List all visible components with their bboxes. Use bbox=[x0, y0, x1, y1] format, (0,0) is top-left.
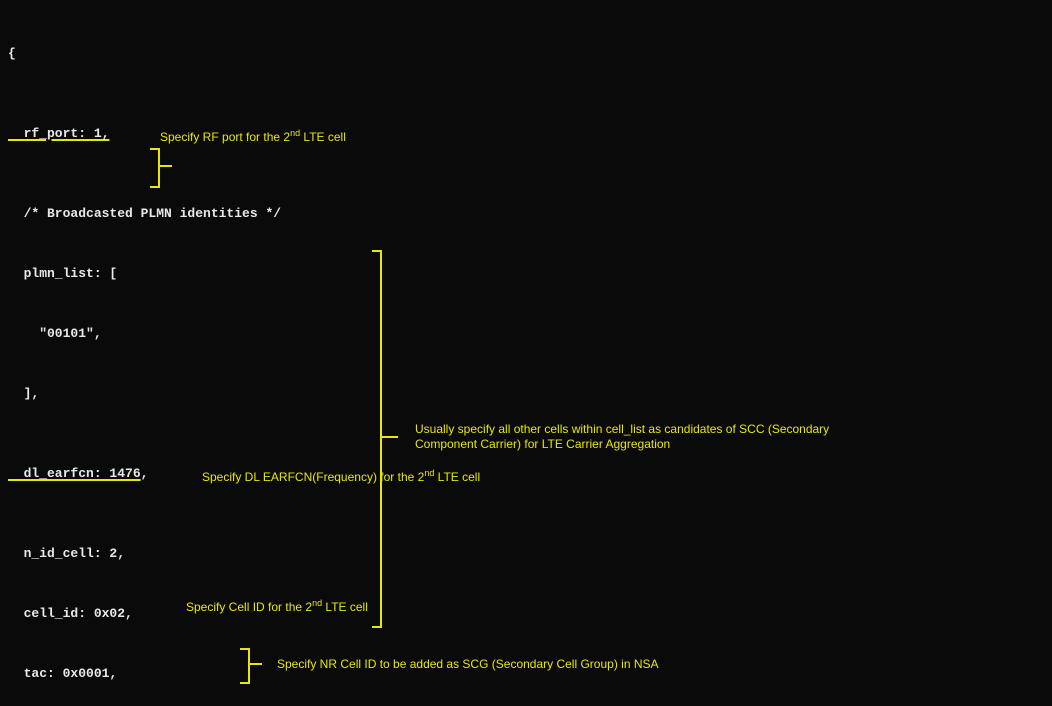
annot-rf-port: Specify RF port for the 2nd LTE cell bbox=[160, 126, 346, 145]
bracket-tip-icon bbox=[158, 165, 172, 167]
bracket-tip-icon bbox=[380, 436, 398, 438]
dl-earfcn-key: dl_earfcn: 1476 bbox=[8, 466, 141, 481]
annot-cell-id: Specify Cell ID for the 2nd LTE cell bbox=[186, 596, 368, 615]
code-line: { bbox=[0, 44, 1052, 64]
bracket-icon bbox=[150, 148, 160, 188]
code-line-nidcell: n_id_cell: 2, bbox=[0, 544, 1052, 564]
annot-scg: Specify NR Cell ID to be added as SCG (S… bbox=[277, 657, 659, 672]
bracket-icon bbox=[240, 648, 250, 684]
code-line-dl-earfcn: dl_earfcn: 1476, Specify DL EARFCN(Frequ… bbox=[0, 464, 1052, 484]
code-line: /* Broadcasted PLMN identities */ bbox=[0, 204, 1052, 224]
code-line: "00101", bbox=[0, 324, 1052, 344]
brace-open: { bbox=[8, 46, 16, 61]
annot-scell: Usually specify all other cells within c… bbox=[415, 422, 885, 452]
bracket-tip-icon bbox=[248, 663, 262, 665]
code-line-rf-port: rf_port: 1, Specify RF port for the 2nd … bbox=[0, 124, 1052, 144]
code-area: { rf_port: 1, Specify RF port for the 2n… bbox=[0, 0, 1052, 706]
code-line-cellid: cell_id: 0x02, Specify Cell ID for the 2… bbox=[0, 604, 1052, 624]
rf-port-key: rf_port: 1, bbox=[8, 126, 109, 141]
code-line: ], bbox=[0, 384, 1052, 404]
bracket-icon bbox=[372, 250, 382, 628]
annot-dl-earfcn: Specify DL EARFCN(Frequency) for the 2nd… bbox=[202, 466, 480, 485]
code-line: plmn_list: [ bbox=[0, 264, 1052, 284]
